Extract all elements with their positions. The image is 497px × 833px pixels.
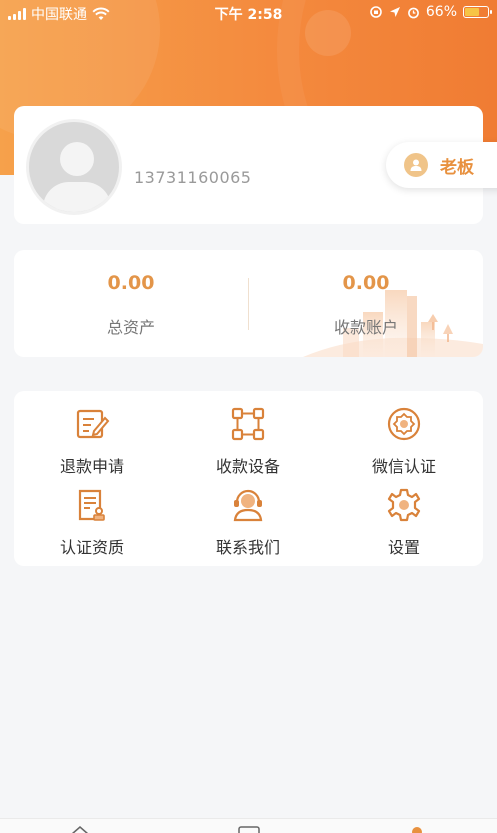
alarm-icon (407, 7, 419, 18)
receipt-account-value: 0.00 (342, 272, 390, 294)
menu-item-wechat-cert[interactable]: 微信认证 (326, 406, 482, 486)
receipt-account-label: 收款账户 (333, 318, 398, 337)
user-badge-icon (404, 153, 428, 177)
role-badge-button[interactable]: 老板 (386, 142, 497, 188)
menu-card: 退款申请 收款设备 微信认证 认证资质 联系我们 设置 (14, 391, 483, 566)
device-network-icon (231, 407, 265, 441)
customer-service-icon (233, 489, 263, 522)
orientation-lock-icon (370, 6, 382, 18)
menu-item-label: 认证资质 (59, 538, 124, 557)
total-assets-item[interactable]: 0.00 总资产 (14, 250, 248, 357)
menu-item-settings[interactable]: 设置 (326, 487, 482, 567)
home-tab-icon[interactable] (70, 825, 90, 833)
phone-number: 13731160065 (134, 168, 252, 187)
menu-item-qualification[interactable]: 认证资质 (14, 487, 170, 567)
menu-item-contact[interactable]: 联系我们 (170, 487, 326, 567)
assets-card: 0.00 总资产 0.00 收款账户 (14, 250, 483, 357)
role-badge-label: 老板 (440, 157, 474, 178)
location-arrow-icon (389, 7, 400, 17)
receipt-account-item[interactable]: 0.00 收款账户 (249, 250, 483, 357)
menu-item-label: 设置 (387, 538, 420, 557)
menu-item-device[interactable]: 收款设备 (170, 406, 326, 486)
menu-item-label: 联系我们 (215, 538, 280, 557)
battery-percent: 66% (425, 4, 457, 20)
battery-icon (463, 6, 492, 18)
profile-tab-icon[interactable] (410, 825, 424, 833)
default-avatar-icon[interactable] (26, 119, 122, 215)
orders-tab-icon[interactable] (238, 825, 260, 833)
menu-item-refund[interactable]: 退款申请 (14, 406, 170, 486)
total-assets-value: 0.00 (107, 272, 155, 294)
gear-icon (387, 488, 421, 522)
total-assets-label: 总资产 (106, 318, 155, 337)
menu-item-label: 收款设备 (215, 457, 280, 476)
certification-seal-icon (387, 407, 421, 441)
menu-item-label: 退款申请 (59, 457, 124, 476)
status-bar: 中国联通 下午 2:58 66% (0, 0, 497, 26)
qualification-doc-icon (78, 489, 105, 521)
bottom-tab-bar (0, 818, 497, 833)
menu-item-label: 微信认证 (371, 457, 436, 476)
refund-edit-icon (76, 409, 110, 439)
